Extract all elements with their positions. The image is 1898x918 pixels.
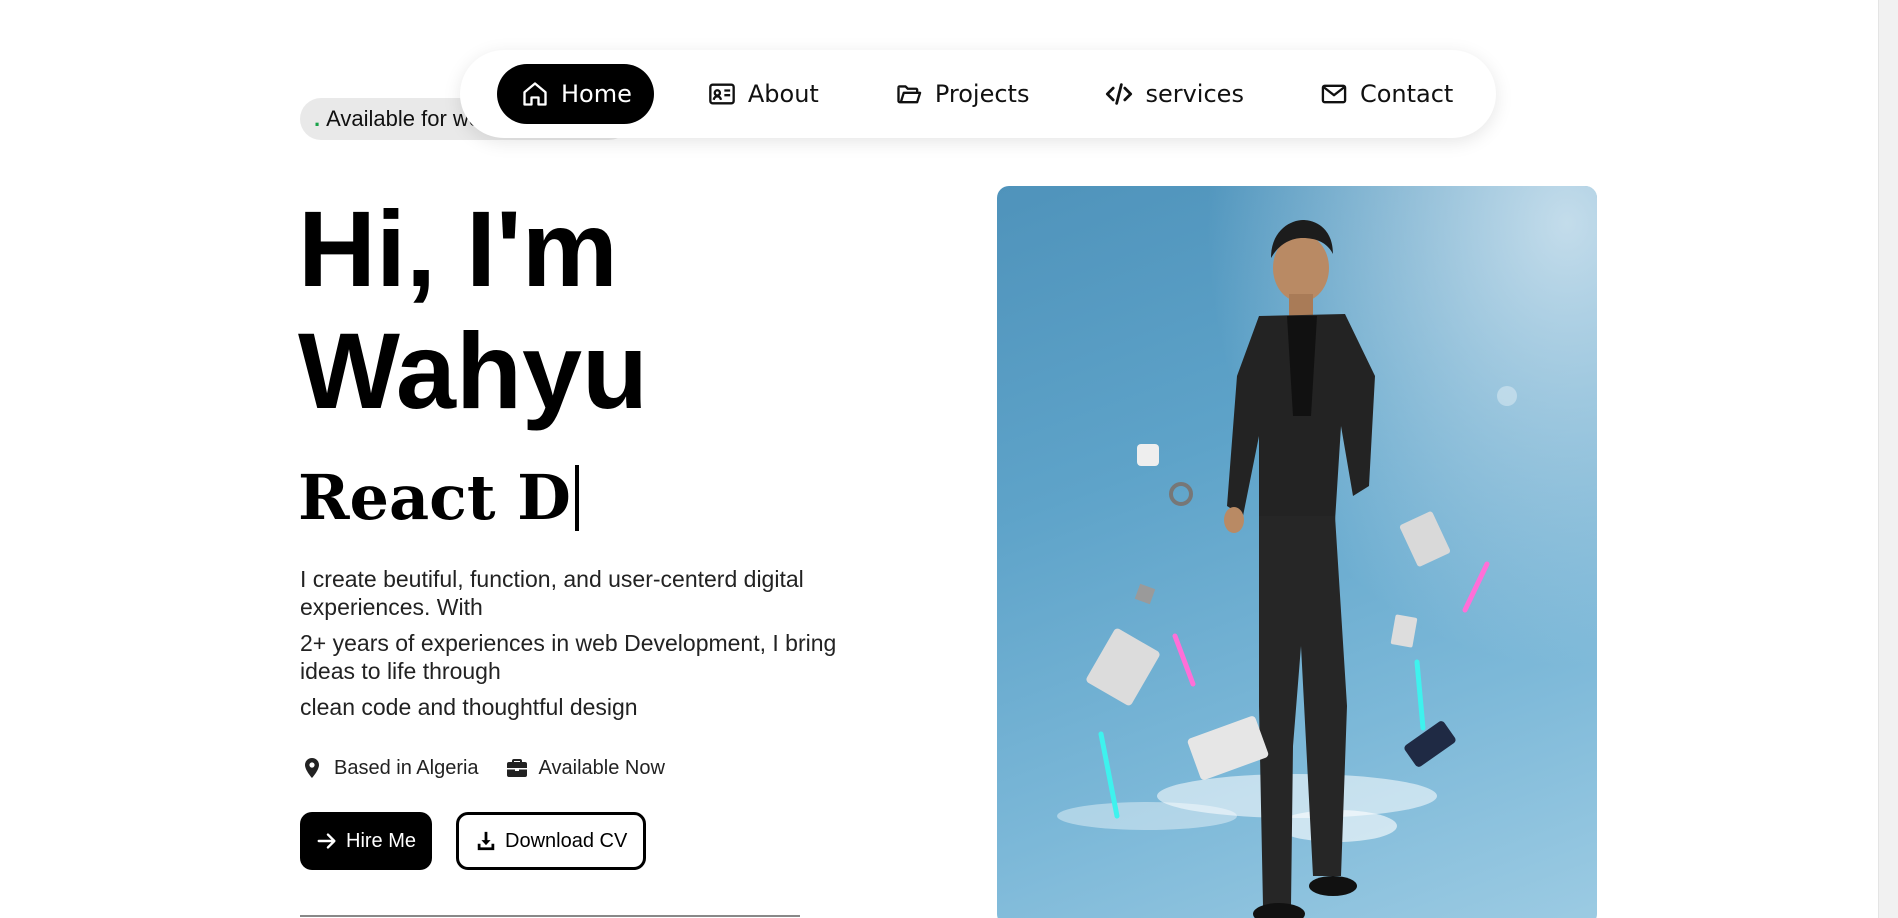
id-card-icon bbox=[709, 83, 735, 105]
envelope-icon bbox=[1321, 84, 1347, 104]
status-text: Available Now bbox=[538, 756, 665, 779]
nav-item-home[interactable]: Home bbox=[497, 64, 654, 124]
main-navbar: Home About Projects services Contact bbox=[460, 50, 1496, 138]
hero-description: I create beutiful, function, and user-ce… bbox=[300, 565, 840, 729]
typing-caret bbox=[574, 465, 579, 531]
status-info: Available Now bbox=[505, 756, 665, 780]
hero-greeting: Hi, I'm bbox=[298, 188, 618, 309]
nav-item-about[interactable]: About bbox=[684, 64, 841, 124]
nav-label-projects: Projects bbox=[934, 80, 1030, 108]
download-cv-button[interactable]: Download CV bbox=[456, 812, 647, 870]
typed-role-text: React D bbox=[298, 461, 571, 534]
vertical-scrollbar[interactable] bbox=[1878, 0, 1898, 918]
description-line: 2+ years of experiences in web Developme… bbox=[300, 630, 837, 684]
nav-label-about: About bbox=[747, 80, 819, 108]
home-icon bbox=[523, 82, 547, 106]
nav-label-services: services bbox=[1145, 80, 1244, 108]
hero-actions: Hire Me Download CV bbox=[300, 812, 647, 870]
hero-meta: Based in Algeria Available Now bbox=[300, 756, 691, 780]
briefcase-icon bbox=[506, 759, 527, 777]
nav-item-contact[interactable]: Contact bbox=[1296, 64, 1475, 124]
page: . Available for work Home About Projects bbox=[0, 0, 1898, 918]
typed-role: React D bbox=[298, 458, 579, 538]
availability-dot: . bbox=[314, 106, 321, 131]
hero-portrait-image bbox=[997, 186, 1597, 918]
hero-heading: Hi, I'm Wahyu bbox=[298, 188, 648, 432]
nav-label-home: Home bbox=[561, 80, 632, 108]
description-line: clean code and thoughtful design bbox=[300, 694, 638, 720]
nav-item-projects[interactable]: Projects bbox=[871, 64, 1052, 124]
hire-me-label: Hire Me bbox=[346, 829, 417, 852]
hero-name: Wahyu bbox=[298, 310, 648, 431]
nav-item-services[interactable]: services bbox=[1081, 64, 1265, 124]
arrow-right-icon bbox=[317, 833, 336, 849]
folder-icon bbox=[897, 85, 922, 104]
map-pin-icon bbox=[305, 758, 319, 778]
section-divider bbox=[300, 915, 800, 917]
nav-label-contact: Contact bbox=[1359, 80, 1454, 108]
hire-me-button[interactable]: Hire Me bbox=[300, 812, 433, 870]
location-text: Based in Algeria bbox=[334, 756, 479, 779]
portrait-illustration bbox=[997, 186, 1597, 918]
download-icon bbox=[477, 831, 495, 851]
description-line: I create beutiful, function, and user-ce… bbox=[300, 566, 804, 620]
download-cv-label: Download CV bbox=[505, 829, 628, 852]
code-icon bbox=[1106, 83, 1133, 105]
location-info: Based in Algeria bbox=[300, 756, 479, 780]
